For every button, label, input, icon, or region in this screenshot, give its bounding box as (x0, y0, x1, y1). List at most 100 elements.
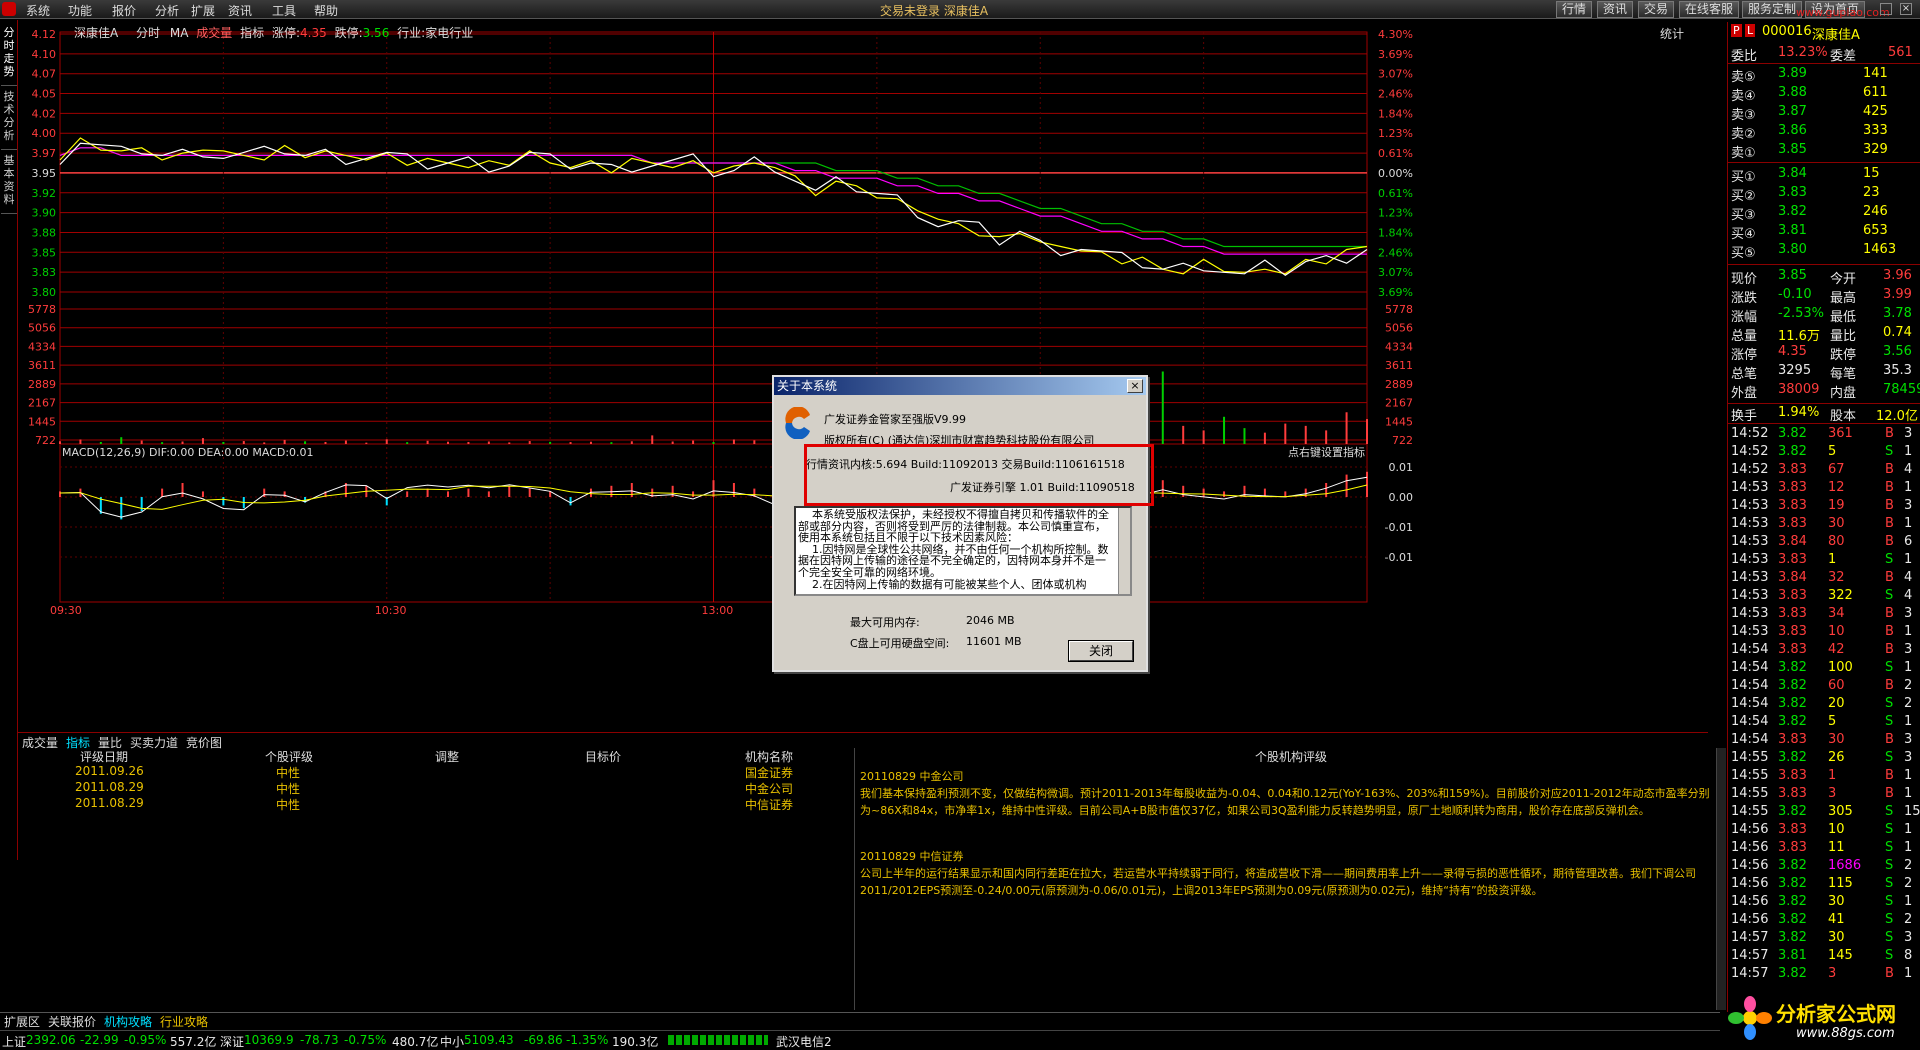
index-status-bar: 上证 2392.06 -22.99 -0.95% 557.2亿 深证 10369… (0, 1030, 1720, 1049)
table-row[interactable]: 2011.09.26 中性 国金证券 (0, 764, 855, 780)
tick-direction: B (1885, 624, 1894, 639)
volume-tick-label: 2167 (1385, 397, 1413, 410)
tab-intraday[interactable]: 分时走势 (1, 26, 17, 86)
stats-button[interactable]: 统计 (1660, 25, 1684, 42)
tab-extension[interactable]: 扩展区 (4, 1013, 40, 1030)
tick-volume: 30 (1828, 732, 1845, 747)
tick-row: 14:53 3.83 12 B 1 (1728, 480, 1920, 499)
stat-label: 总量 (1731, 329, 1758, 344)
menu-help[interactable]: 帮助 (314, 2, 338, 19)
tick-price: 3.83 (1778, 624, 1807, 639)
table-row[interactable]: 2011.08.29 中性 中金公司 (0, 780, 855, 796)
menu-extend[interactable]: 扩展 (191, 2, 215, 19)
limit-down-value: 3.56 (362, 26, 390, 40)
tick-direction: B (1885, 480, 1894, 495)
tick-volume: 41 (1828, 912, 1845, 927)
bid-row: 买④ 3.81 653 (1728, 223, 1920, 242)
ma-label[interactable]: MA (170, 26, 189, 40)
tick-price: 3.84 (1778, 570, 1807, 585)
tick-direction: B (1885, 642, 1894, 657)
l-badge: L (1745, 24, 1756, 37)
menu-function[interactable]: 功能 (68, 2, 92, 19)
index-change: -78.73 (300, 1033, 339, 1047)
bid-row: 买② 3.83 23 (1728, 185, 1920, 204)
weibi-label: 委比 (1731, 49, 1758, 64)
product-name: 广发证券金管家至强版V9.99 (824, 413, 967, 426)
percent-tick-label: 3.69% (1378, 286, 1413, 299)
index-value: 5109.43 (464, 1033, 514, 1047)
mode-label[interactable]: 分时 (136, 26, 160, 40)
tab-related-quote[interactable]: 关联报价 (48, 1013, 96, 1030)
tab-industry-strategy[interactable]: 行业攻略 (160, 1013, 208, 1030)
top-button-service-custom[interactable]: 服务定制 (1742, 1, 1803, 18)
stat-value: 3.78 (1883, 306, 1912, 321)
tick-count: 2 (1904, 912, 1913, 927)
top-button-trade[interactable]: 交易 (1638, 1, 1675, 18)
top-button-news[interactable]: 资讯 (1597, 1, 1634, 18)
menu-quote[interactable]: 报价 (112, 2, 136, 19)
stat-label: 总笔 (1731, 367, 1758, 382)
tick-price: 3.83 (1778, 786, 1807, 801)
time-tick-label: 09:30 (50, 604, 82, 617)
bid-volume: 246 (1863, 204, 1888, 219)
tick-row: 14:53 3.83 1 S 1 (1728, 552, 1920, 571)
macd-tick-label: -0.01 (1385, 551, 1413, 564)
tick-time: 14:56 (1731, 876, 1769, 891)
menu-news[interactable]: 资讯 (228, 2, 252, 19)
top-button-online-service[interactable]: 在线客服 (1679, 1, 1740, 18)
tick-row: 14:57 3.82 3 B 1 (1728, 966, 1920, 985)
tick-row: 14:55 3.82 26 S 3 (1728, 750, 1920, 769)
close-button[interactable]: 关闭 (1068, 640, 1134, 662)
tick-count: 1 (1904, 894, 1913, 909)
menu-system[interactable]: 系统 (26, 2, 50, 19)
tick-time: 14:57 (1731, 966, 1769, 981)
tab-institution-strategy[interactable]: 机构攻略 (104, 1013, 152, 1030)
volume-label[interactable]: 成交量 (196, 26, 232, 40)
index-name: 中小 (440, 1035, 465, 1049)
tick-price: 3.82 (1778, 876, 1807, 891)
ask-price: 3.85 (1778, 142, 1807, 157)
close-icon[interactable]: × (1900, 3, 1912, 15)
rating-header: 个股机构评级 (1254, 750, 1327, 764)
tick-time: 14:54 (1731, 678, 1769, 693)
tick-row: 14:52 3.82 361 B 3 (1728, 426, 1920, 445)
license-notice[interactable]: 本系统受版权法保护，未经授权不得擅自拷贝和传播软件的全部或部分内容，否则将受到严… (794, 506, 1132, 596)
col-target: 目标价 (585, 750, 622, 764)
tab-technical[interactable]: 技术分析 (1, 90, 17, 150)
scrollbar[interactable] (1716, 748, 1726, 1010)
top-button-market[interactable]: 行情 (1556, 1, 1593, 18)
tick-price: 3.82 (1778, 750, 1807, 765)
dialog-close-icon[interactable]: × (1127, 379, 1143, 393)
tick-time: 14:53 (1731, 534, 1769, 549)
chart-header: 深康佳A 分时 MA 成交量 指标 涨停:4.35 跌停:3.56 行业:家电行… (74, 24, 473, 41)
stat-value: 3.99 (1883, 287, 1912, 302)
tick-direction: S (1885, 948, 1894, 963)
menu-tools[interactable]: 工具 (272, 2, 296, 19)
volume-tick-label: 722 (35, 434, 56, 447)
tick-time: 14:53 (1731, 516, 1769, 531)
tick-row: 14:53 3.83 322 S 4 (1728, 588, 1920, 607)
tick-price: 3.83 (1778, 462, 1807, 477)
tick-count: 3 (1904, 606, 1913, 621)
tick-row: 14:54 3.83 30 B 3 (1728, 732, 1920, 751)
tick-row: 14:53 3.83 30 B 1 (1728, 516, 1920, 535)
tab-fundamental[interactable]: 基本资料 (1, 154, 17, 214)
volume-tick-label: 4334 (28, 340, 56, 353)
limit-up-value: 4.35 (300, 26, 327, 40)
tick-row: 14:55 3.82 305 S 15 (1728, 804, 1920, 823)
stat-label: 今开 (1830, 272, 1857, 287)
tick-price: 3.83 (1778, 498, 1807, 513)
tick-time: 14:55 (1731, 768, 1769, 783)
col-institution: 机构名称 (745, 750, 794, 764)
volume-tick-label: 2167 (28, 397, 56, 410)
tick-direction: S (1885, 660, 1894, 675)
minimize-button[interactable] (1880, 3, 1892, 15)
tick-row: 14:53 3.84 32 B 4 (1728, 570, 1920, 589)
percent-tick-label: 1.84% (1378, 107, 1413, 120)
tick-direction: S (1885, 930, 1894, 945)
scrollbar[interactable] (1118, 508, 1130, 594)
menu-analysis[interactable]: 分析 (155, 2, 179, 19)
table-row[interactable]: 2011.08.29 中性 中信证券 (0, 796, 855, 812)
memory-label: 最大可用内存: (850, 616, 920, 629)
indicator-label[interactable]: 指标 (240, 26, 264, 40)
